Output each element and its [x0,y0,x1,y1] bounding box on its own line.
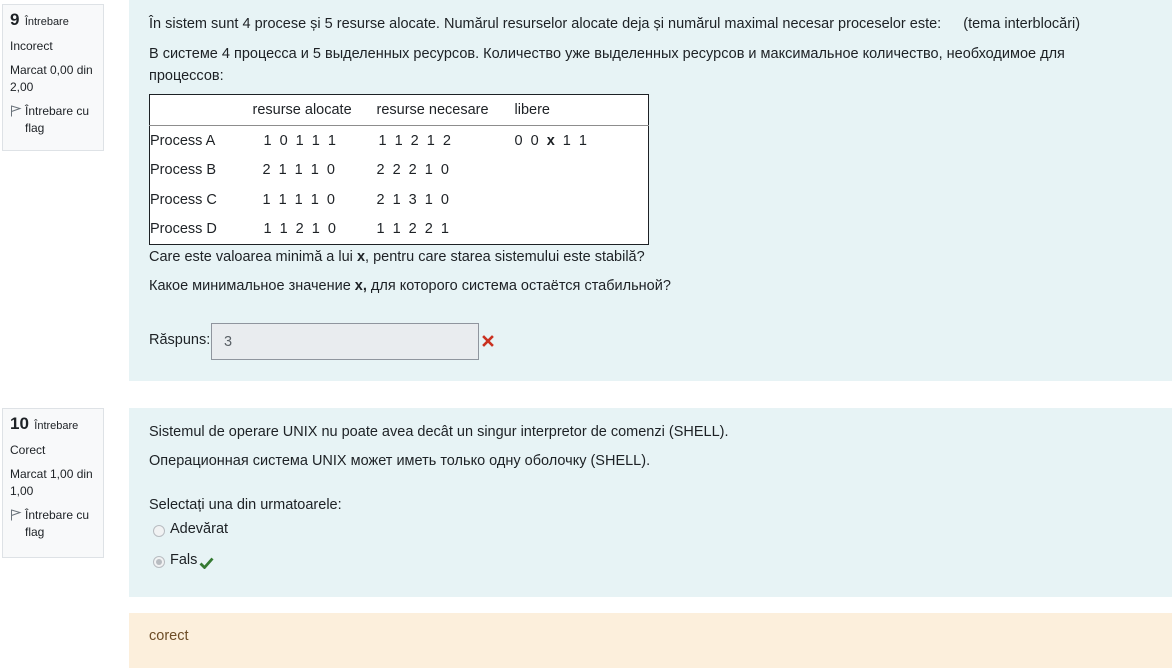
grade-line-2: 2,00 [10,80,34,94]
flag-question-link[interactable]: Întrebare cu flag [10,507,96,541]
option-label-adevarat: Adevărat [170,521,229,537]
question-topic: (tema interblocări) [963,16,1081,32]
table-header [149,94,253,126]
general-feedback: corect [129,613,1172,668]
flag-label-line-1: Întrebare cu [25,104,90,118]
radio-fals[interactable] [153,556,165,568]
option-label-fals: Fals [170,552,198,568]
question-text-ru-line-2: процессов: [149,68,224,84]
question-prompt-ru: Какое минимальное значение x, для которо… [149,275,671,297]
required-cell: 2 1 3 1 0 [376,191,451,208]
process-name: Process C [150,191,217,208]
flag-icon [11,509,22,521]
question-word: Întrebare [34,420,79,432]
flag-icon [11,105,22,117]
question-status: Incorect [10,39,53,53]
question-text-ro: În sistem sunt 4 procese și 5 resurse al… [149,13,1080,35]
question-grade: Marcat 1,00 din 1,00 [10,466,96,500]
allocated-cell: 2 1 1 1 0 [262,162,337,179]
process-name: Process D [150,221,217,238]
prompt-ru-pre: Какое минимальное значение [149,278,355,294]
question-text-ru-line-1: В системе 4 процесса и 5 выделенных ресу… [149,46,1065,62]
flag-label-line-1: Întrebare cu [25,508,90,522]
question-text-ro-body: În sistem sunt 4 procese și 5 resurse al… [149,16,942,32]
table-header: libere [514,94,649,126]
free-value-post: 1 1 [556,132,589,149]
question-word: Întrebare [24,16,69,28]
table-row: Process A 1 0 1 1 1 1 1 2 1 2 0 0 x 1 1 [150,126,649,156]
question-text-ro: Sistemul de operare UNIX nu poate avea d… [149,424,729,440]
process-name: Process B [150,162,217,179]
free-value-pre: 0 0 [514,132,547,149]
question-number: 9 [10,10,20,29]
free-cell: 0 0 x 1 1 [515,126,649,156]
table-header: resurse alocate [252,94,377,126]
free-cell [515,156,649,185]
answer-label: Răspuns: [149,332,211,348]
free-cell [515,214,649,244]
correct-check-icon [199,557,214,569]
prompt-ro-x: x [356,249,366,265]
required-cell: 1 1 2 2 1 [376,221,451,238]
grade-line-1: Marcat 0,00 din [10,63,93,77]
table-row: Process D 1 1 2 1 0 1 1 2 2 1 [150,214,649,244]
grade-line-2: 1,00 [10,484,34,498]
process-name: Process A [150,132,216,149]
feedback-text: corect [149,628,189,644]
required-cell: 2 2 2 1 0 [376,162,451,179]
quiz-review-page: 9 Întrebare Incorect Marcat 0,00 din 2,0… [0,0,1173,668]
flag-label-line-2: flag [25,121,45,135]
question-grade: Marcat 0,00 din 2,00 [10,62,96,96]
resource-table: resurse alocate resurse necesare libere … [149,94,649,245]
answer-input[interactable] [211,323,479,360]
question-9-info: 9 Întrebare Incorect Marcat 0,00 din 2,0… [2,4,104,151]
question-10-info: 10 Întrebare Corect Marcat 1,00 din 1,00… [2,408,104,558]
question-status: Corect [10,443,46,457]
free-cell [515,185,649,214]
allocated-cell: 1 1 2 1 0 [263,221,338,238]
table-header: resurse necesare [376,94,515,126]
question-text-ru: В системе 4 процесса и 5 выделенных ресу… [149,43,1065,87]
incorrect-icon [482,335,494,347]
allocated-cell: 1 1 1 1 0 [262,191,337,208]
prompt-ru-x: x, [354,278,367,294]
question-10-content: Sistemul de operare UNIX nu poate avea d… [129,408,1172,597]
question-9-content: În sistem sunt 4 procese și 5 resurse al… [129,0,1172,381]
table-row: Process B 2 1 1 1 0 2 2 2 1 0 [150,156,649,185]
flag-question-link[interactable]: Întrebare cu flag [10,103,96,137]
allocated-cell: 1 0 1 1 1 [263,132,338,149]
flag-label-line-2: flag [25,525,45,539]
grade-line-1: Marcat 1,00 din [10,467,93,481]
question-number: 10 [10,414,29,433]
question-text-ru: Операционная система UNIX может иметь то… [149,453,651,469]
free-value-x: x [546,132,557,149]
prompt-ro-post: , pentru care starea sistemului este sta… [365,249,645,265]
prompt-ro-pre: Care este valoarea minimă a lui [149,249,357,265]
question-prompt-ro: Care este valoarea minimă a lui x, pentr… [149,246,645,268]
prompt-ru-post: для которого система остаётся стабильной… [366,278,671,294]
table-row: Process C 1 1 1 1 0 2 1 3 1 0 [150,185,649,214]
required-cell: 1 1 2 1 2 [378,132,453,149]
radio-adevarat[interactable] [153,525,165,537]
answer-prompt: Selectați una din urmatoarele: [149,497,342,513]
table-header-row: resurse alocate resurse necesare libere [149,94,649,126]
